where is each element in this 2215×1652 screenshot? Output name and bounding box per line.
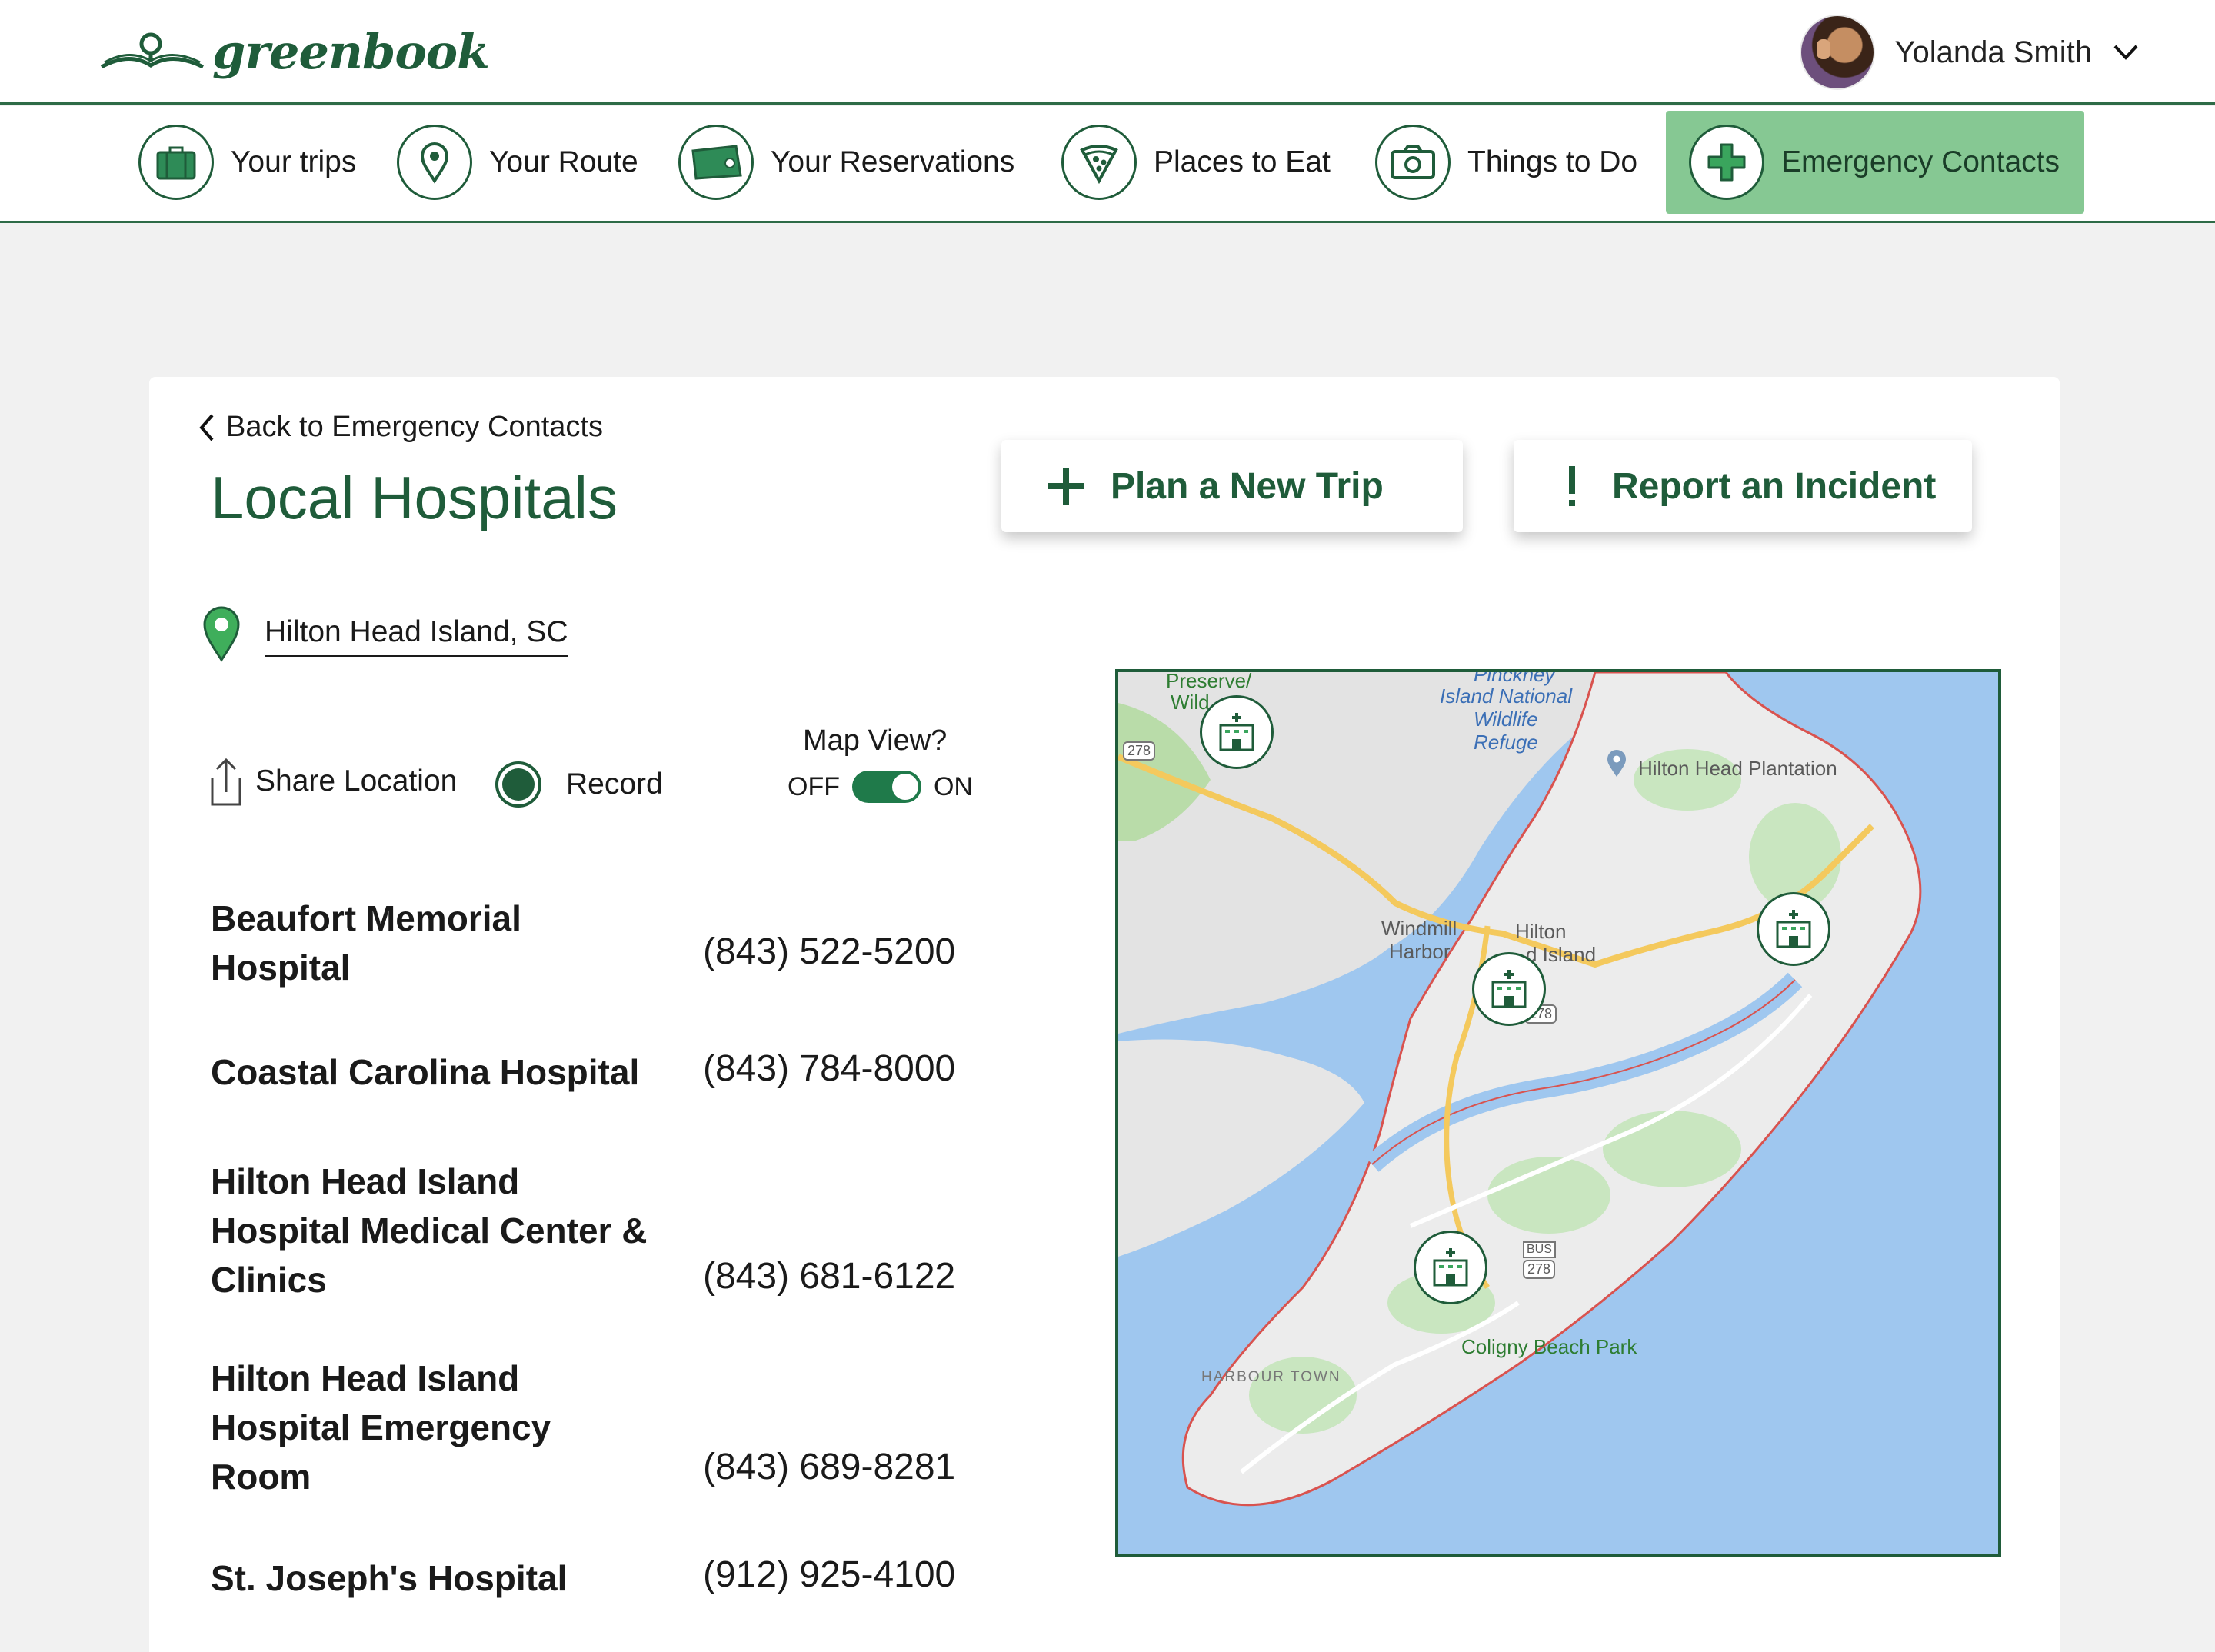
hospital-row: St. Joseph's Hospital (912) 925-4100 xyxy=(211,1554,980,1652)
chevron-left-icon xyxy=(199,414,214,441)
hospitals-card: Back to Emergency Contacts Local Hospita… xyxy=(149,377,2060,1652)
map-graphic xyxy=(1118,672,1922,1507)
nav-label: Emergency Contacts xyxy=(1781,145,2060,178)
hospital-building-icon xyxy=(1433,1248,1468,1287)
hospital-marker[interactable] xyxy=(1757,892,1830,966)
toggle-off-label: OFF xyxy=(788,771,840,801)
brand-name: greenbook xyxy=(212,23,490,80)
map-label-coligny: Coligny Beach Park xyxy=(1461,1335,1637,1358)
hospital-phone[interactable]: (912) 925-4100 xyxy=(703,1554,955,1596)
report-incident-label: Report an Incident xyxy=(1612,465,1937,507)
hospital-row: Coastal Carolina Hospital (843) 784-8000 xyxy=(211,1047,980,1171)
map-pin-icon xyxy=(397,125,472,200)
map-label-hilton-island: d Island xyxy=(1526,943,1597,966)
map-label-refuge-line-3: Refuge xyxy=(1474,731,1538,754)
map-pin-icon xyxy=(203,606,240,662)
nav-your-trips[interactable]: Your trips xyxy=(125,111,370,214)
record-button[interactable]: Record xyxy=(495,761,663,808)
route-shield: 278 xyxy=(1123,741,1156,761)
ticket-icon xyxy=(678,125,754,200)
map-label-refuge-line-1: Island National xyxy=(1440,684,1572,708)
hospital-building-icon xyxy=(1776,910,1811,948)
hospital-phone[interactable]: (843) 681-6122 xyxy=(703,1255,955,1297)
brand-logo[interactable]: greenbook xyxy=(98,17,490,86)
back-link[interactable]: Back to Emergency Contacts xyxy=(197,411,603,444)
plan-new-trip-label: Plan a New Trip xyxy=(1111,465,1384,507)
report-incident-button[interactable]: Report an Incident xyxy=(1514,440,1972,532)
record-icon xyxy=(495,761,541,808)
hospitals-map[interactable]: Preserve/ Wild Pinckney Island National … xyxy=(1115,669,2001,1557)
nav-places-to-eat[interactable]: Places to Eat xyxy=(1048,111,1344,214)
hospital-marker[interactable] xyxy=(1472,952,1546,1026)
nav-label: Things to Do xyxy=(1467,145,1638,178)
user-menu[interactable]: Yolanda Smith xyxy=(1799,12,2141,92)
chevron-down-icon[interactable] xyxy=(2110,37,2141,68)
route-shield: 278 xyxy=(1523,1260,1556,1279)
hospital-marker[interactable] xyxy=(1200,695,1274,769)
hospital-row: Beaufort Memorial Hospital (843) 522-520… xyxy=(211,894,980,1017)
hospital-building-icon xyxy=(1219,713,1254,751)
hospital-marker[interactable] xyxy=(1414,1231,1487,1304)
hospital-row: Hilton Head Island Hospital Emergency Ro… xyxy=(211,1354,980,1497)
map-view-toggle[interactable] xyxy=(851,771,921,803)
plus-icon xyxy=(1048,468,1084,505)
suitcase-icon xyxy=(138,125,214,200)
location-text: Hilton Head Island, SC xyxy=(265,615,568,657)
map-label-plantation: Hilton Head Plantation xyxy=(1638,757,1837,780)
hospital-name: Beaufort Memorial Hospital xyxy=(211,898,521,988)
share-location-label: Share Location xyxy=(255,764,458,798)
hospital-name: Hilton Head Island Hospital Medical Cent… xyxy=(211,1161,648,1300)
share-location-button[interactable]: Share Location xyxy=(208,755,457,808)
camera-icon xyxy=(1375,125,1451,200)
record-label: Record xyxy=(566,768,663,801)
hospital-phone[interactable]: (843) 689-8281 xyxy=(703,1446,955,1488)
nav-label: Your trips xyxy=(231,145,357,178)
avatar[interactable] xyxy=(1799,15,1875,90)
open-book-pin-icon xyxy=(100,32,205,69)
pizza-icon xyxy=(1061,125,1137,200)
nav-things-to-do[interactable]: Things to Do xyxy=(1361,111,1651,214)
top-bar: greenbook Yolanda Smith xyxy=(0,0,2215,105)
nav-label: Your Route xyxy=(489,145,638,178)
page-title: Local Hospitals xyxy=(211,464,618,531)
back-link-label: Back to Emergency Contacts xyxy=(226,411,603,443)
map-label-preserve: Preserve/ xyxy=(1166,669,1252,692)
bus-route-label: BUS xyxy=(1523,1241,1556,1258)
hospital-name: St. Joseph's Hospital xyxy=(211,1558,568,1598)
toggle-on-label: ON xyxy=(933,771,973,801)
hospital-row: Hilton Head Island Hospital Medical Cent… xyxy=(211,1157,980,1300)
map-view-toggle-row: OFF ON xyxy=(788,771,973,803)
map-label-harbour-town: HARBOUR TOWN xyxy=(1201,1369,1341,1385)
nav-your-route[interactable]: Your Route xyxy=(383,111,652,214)
map-label-harbor: Harbor xyxy=(1389,940,1451,963)
hospital-phone[interactable]: (843) 522-5200 xyxy=(703,931,955,973)
nav-label: Places to Eat xyxy=(1154,145,1331,178)
hospital-phone[interactable]: (843) 784-8000 xyxy=(703,1047,955,1090)
map-label-hilton: Hilton xyxy=(1515,920,1567,943)
place-pin-icon xyxy=(1607,750,1626,777)
map-view-label: Map View? xyxy=(803,724,948,757)
main-nav: Your trips Your Route Your Reservations xyxy=(0,106,2215,223)
share-icon xyxy=(211,758,241,806)
medical-cross-icon xyxy=(1689,125,1764,200)
user-name: Yolanda Smith xyxy=(1894,35,2092,69)
location-selector[interactable]: Hilton Head Island, SC xyxy=(202,605,568,663)
map-label-windmill: Windmill xyxy=(1381,917,1457,940)
map-label-wild: Wild xyxy=(1171,691,1210,714)
hospital-name: Hilton Head Island Hospital Emergency Ro… xyxy=(211,1358,551,1497)
hospital-building-icon xyxy=(1491,970,1527,1008)
plan-new-trip-button[interactable]: Plan a New Trip xyxy=(1001,440,1463,532)
nav-emergency-contacts[interactable]: Emergency Contacts xyxy=(1666,111,2084,214)
nav-label: Your Reservations xyxy=(771,145,1015,178)
hospital-name: Coastal Carolina Hospital xyxy=(211,1052,640,1092)
map-label-refuge-line-2: Wildlife xyxy=(1474,708,1538,731)
nav-your-reservations[interactable]: Your Reservations xyxy=(664,111,1028,214)
exclamation-icon xyxy=(1569,466,1575,506)
